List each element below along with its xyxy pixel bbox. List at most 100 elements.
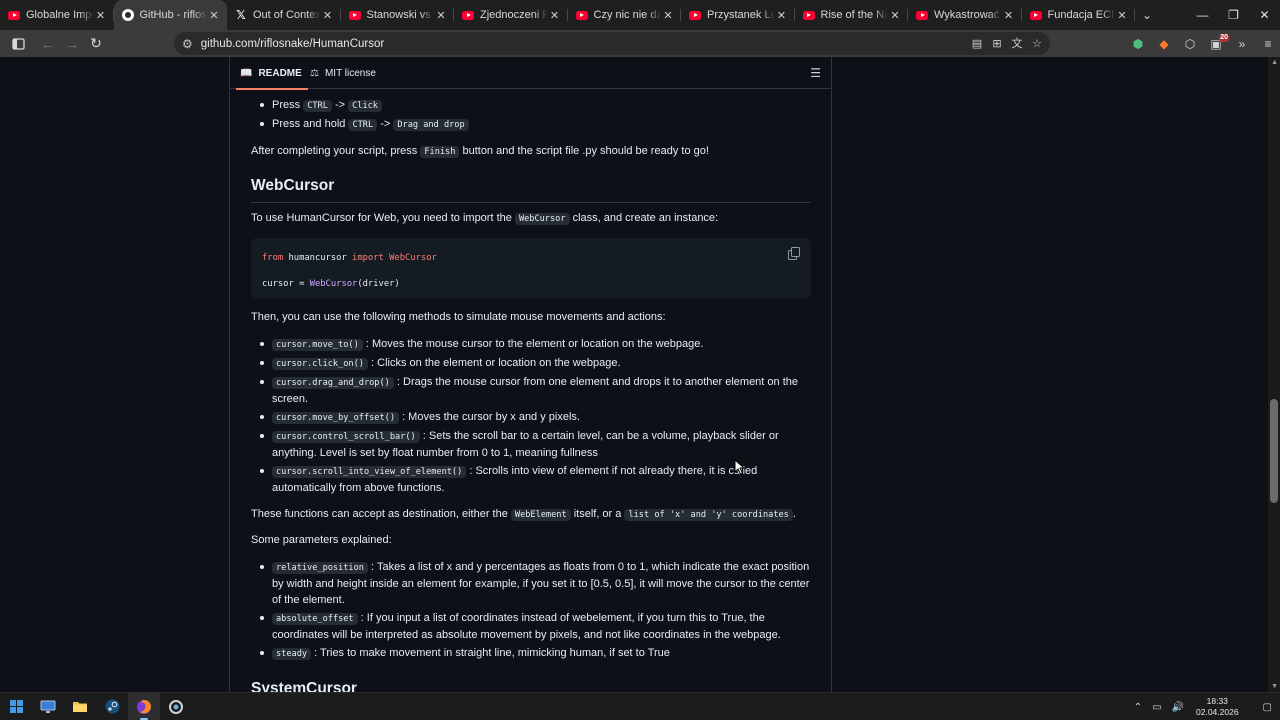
browser-tab[interactable]: Czy nic nie dzieje się✕ bbox=[568, 0, 681, 30]
tab-close-icon[interactable]: ✕ bbox=[888, 9, 902, 22]
tab-license[interactable]: ⚖ MIT license bbox=[310, 57, 376, 89]
shield-extension-icon[interactable]: ⬢ bbox=[1128, 34, 1148, 54]
list-item: Press CTRL -> Click bbox=[260, 97, 812, 114]
tab-close-icon[interactable]: ✕ bbox=[207, 9, 221, 22]
readme-header: 📖 README ⚖ MIT license ☰ bbox=[230, 57, 831, 90]
address-url[interactable]: github.com/riflosnake/HumanCursor bbox=[201, 38, 384, 50]
browser-tab[interactable]: Globalne Imperium B✕ bbox=[0, 0, 114, 30]
minimize-button[interactable]: — bbox=[1187, 0, 1218, 30]
paragraph: To use HumanCursor for Web, you need to … bbox=[251, 210, 811, 227]
inline-code: Drag and drop bbox=[393, 119, 469, 131]
sidebar-toggle-icon[interactable] bbox=[6, 32, 30, 56]
browser-tab[interactable]: Stanowski vs Wojewó✕ bbox=[341, 0, 454, 30]
tab-close-icon[interactable]: ✕ bbox=[775, 9, 789, 22]
start-button[interactable] bbox=[0, 693, 32, 720]
page-scrollbar[interactable]: ▲ ▼ bbox=[1268, 57, 1280, 692]
browser-tab[interactable]: Fundacja ECPU Polsk✕ bbox=[1022, 0, 1135, 30]
browser-tab[interactable]: Przystanek Lombard✕ bbox=[681, 0, 795, 30]
tab-close-icon[interactable]: ✕ bbox=[548, 9, 562, 22]
back-button[interactable]: ← bbox=[36, 32, 60, 56]
bookmark-star-icon[interactable]: ☆ bbox=[1030, 34, 1044, 52]
extension-badge: 20 bbox=[1219, 33, 1229, 42]
paragraph: These functions can accept as destinatio… bbox=[251, 506, 811, 523]
translate-icon[interactable]: 文 bbox=[1010, 34, 1024, 52]
list-item-text: Press bbox=[272, 99, 301, 111]
tab-license-label: MIT license bbox=[324, 67, 376, 79]
inline-code: cursor.click_on() bbox=[272, 358, 368, 370]
tab-close-icon[interactable]: ✕ bbox=[321, 9, 335, 22]
list-item-text: : Clicks on the element or location on t… bbox=[371, 357, 621, 369]
inline-code: cursor.drag_and_drop() bbox=[272, 377, 394, 389]
browser-tab[interactable]: Rise of the Nazis and✕ bbox=[795, 0, 908, 30]
scrollbar-thumb[interactable] bbox=[1270, 399, 1278, 503]
system-tray: ⌃ ▭ 🔊 18:33 02.04.2026 ▢ bbox=[1124, 693, 1280, 720]
tab-title: Czy nic nie dzieje się bbox=[593, 9, 662, 21]
tab-close-icon[interactable]: ✕ bbox=[434, 9, 448, 22]
github-icon bbox=[121, 9, 134, 21]
inline-code: list of 'x' and 'y' coordinates bbox=[624, 509, 793, 521]
clock-date: 02.04.2026 bbox=[1196, 707, 1239, 717]
list-item: relative_position : Takes a list of x an… bbox=[260, 559, 812, 608]
list-item: cursor.click_on() : Clicks on the elemen… bbox=[260, 355, 812, 372]
scale-icon: ⚖ bbox=[310, 67, 319, 79]
code-args: (driver) bbox=[357, 279, 400, 289]
browser-tab[interactable]: GitHub - riflosnake/H✕ bbox=[113, 0, 227, 30]
notification-icon[interactable]: ▢ bbox=[1263, 702, 1272, 713]
install-app-icon[interactable]: ⊞ bbox=[990, 34, 1004, 52]
windows-logo-icon bbox=[9, 700, 23, 713]
tab-title: Stanowski vs Wojewó bbox=[366, 9, 435, 21]
scroll-up-icon[interactable]: ▲ bbox=[1271, 59, 1278, 66]
arrow-text: -> bbox=[380, 118, 391, 130]
paragraph-text: To use HumanCursor for Web, you need to … bbox=[251, 212, 512, 224]
inline-code: absolute_offset bbox=[272, 613, 358, 625]
network-icon[interactable]: ▭ bbox=[1152, 702, 1161, 713]
code-line: from humancursor import WebCursor bbox=[262, 250, 437, 266]
copy-icon[interactable] bbox=[787, 246, 801, 260]
browser-toolbar: ← → ↻ ⚙ github.com/riflosnake/HumanCurso… bbox=[0, 30, 1280, 57]
code-module: humancursor bbox=[283, 253, 353, 263]
taskbar-steam-icon[interactable] bbox=[96, 693, 128, 720]
taskbar-app-monitor-icon[interactable] bbox=[32, 693, 64, 720]
volume-icon[interactable]: 🔊 bbox=[1172, 702, 1184, 713]
youtube-icon bbox=[575, 9, 588, 21]
site-info-icon[interactable]: ⚙ bbox=[182, 37, 193, 51]
clock[interactable]: 18:33 02.04.2026 bbox=[1196, 696, 1239, 718]
reload-button[interactable]: ↻ bbox=[84, 32, 108, 56]
fox-extension-icon[interactable]: ◆ bbox=[1154, 34, 1174, 54]
browser-tab[interactable]: Wykastrować bezdom✕ bbox=[908, 0, 1022, 30]
downloads-extension-icon[interactable]: ▣ 20 bbox=[1206, 33, 1229, 54]
taskbar-file-explorer-icon[interactable] bbox=[64, 693, 96, 720]
tab-close-icon[interactable]: ✕ bbox=[661, 9, 675, 22]
browser-menu-icon[interactable]: ≡ bbox=[1258, 34, 1278, 54]
tab-separator bbox=[1134, 9, 1135, 21]
list-item: cursor.control_scroll_bar() : Sets the s… bbox=[260, 428, 812, 461]
extensions-puzzle-icon[interactable]: ⬡ bbox=[1180, 34, 1200, 54]
taskbar-app-gear-icon[interactable] bbox=[160, 693, 192, 720]
tab-close-icon[interactable]: ✕ bbox=[94, 9, 108, 22]
more-tools-chevron-icon[interactable]: » bbox=[1232, 34, 1252, 54]
inline-code: Finish bbox=[420, 146, 460, 158]
tab-search-chevron-icon[interactable]: ⌄ bbox=[1135, 0, 1159, 30]
arrow-text: -> bbox=[334, 99, 346, 111]
address-bar[interactable]: ⚙ github.com/riflosnake/HumanCursor ▤ ⊞ … bbox=[174, 32, 1050, 55]
taskbar-firefox-icon[interactable] bbox=[128, 692, 160, 720]
restore-button[interactable]: ❐ bbox=[1218, 0, 1249, 30]
browser-tab[interactable]: 𝕏 Out of Context Polish✕ bbox=[227, 0, 341, 30]
tab-title: Fundacja ECPU Polsk bbox=[1047, 9, 1116, 21]
table-of-contents-icon[interactable]: ☰ bbox=[810, 66, 821, 80]
close-window-button[interactable]: ✕ bbox=[1249, 0, 1280, 30]
tab-close-icon[interactable]: ✕ bbox=[1115, 9, 1129, 22]
tab-close-icon[interactable]: ✕ bbox=[1002, 9, 1016, 22]
reader-mode-icon[interactable]: ▤ bbox=[970, 34, 984, 52]
tray-overflow-chevron-icon[interactable]: ⌃ bbox=[1134, 702, 1142, 713]
forward-button[interactable]: → bbox=[60, 32, 84, 56]
mouse-pointer-icon bbox=[734, 459, 746, 475]
browser-tab[interactable]: Zjednoczeni Przeciw✕ bbox=[454, 0, 568, 30]
youtube-icon bbox=[916, 9, 928, 21]
scroll-down-icon[interactable]: ▼ bbox=[1271, 683, 1278, 690]
address-actions: ▤ ⊞ 文 ☆ bbox=[970, 34, 1044, 52]
inline-code: cursor.scroll_into_view_of_element() bbox=[272, 466, 467, 478]
paragraph: Some parameters explained: bbox=[251, 534, 392, 546]
tab-readme[interactable]: 📖 README bbox=[236, 57, 308, 90]
tab-title: Zjednoczeni Przeciw bbox=[480, 9, 548, 21]
